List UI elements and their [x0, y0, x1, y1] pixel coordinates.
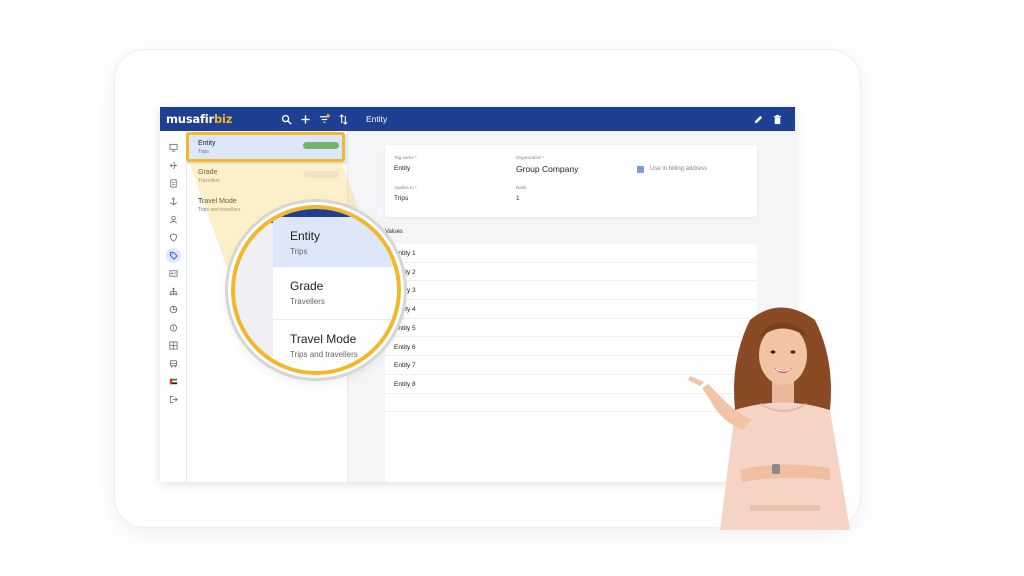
magnified-item-title: Grade: [290, 279, 324, 293]
magnifier: Entity Trips Grade Travellers Travel Mod…: [231, 205, 401, 375]
search-icon[interactable]: [278, 111, 294, 127]
shield-icon[interactable]: [166, 230, 181, 245]
status-pill: [303, 171, 339, 178]
tag-name-field[interactable]: Entity: [394, 165, 410, 172]
bus-icon[interactable]: [166, 356, 181, 371]
table-row[interactable]: Entity 1: [385, 244, 757, 263]
edit-icon[interactable]: [750, 111, 766, 127]
flag-icon[interactable]: [166, 374, 181, 389]
applies-to-field[interactable]: Trips: [394, 195, 408, 202]
magnified-item-travel-mode[interactable]: Travel Mode Trips and travellers: [273, 319, 397, 369]
add-icon[interactable]: [297, 111, 313, 127]
rank-label: Rank: [516, 185, 527, 190]
tag-name-label: Tag name *: [394, 155, 417, 160]
id-card-icon[interactable]: [166, 266, 181, 281]
applies-to-label: Applies to *: [394, 185, 417, 190]
logo-text-main: musafir: [166, 112, 214, 126]
magnified-list: Entity Trips Grade Travellers Travel Mod…: [273, 217, 397, 371]
page-title: Entity: [366, 114, 388, 124]
highlight-outline: [186, 132, 345, 162]
magnified-item-subtitle: Trips and travellers: [290, 350, 358, 359]
tag-icon[interactable]: [166, 248, 181, 263]
stage: musafirbiz Entity Entity Trips Grade Tra…: [0, 0, 1024, 576]
list-item-title: Travel Mode: [198, 198, 237, 205]
table-row[interactable]: Entity 2: [385, 263, 757, 282]
filter-icon[interactable]: [316, 111, 332, 127]
anchor-icon[interactable]: [166, 194, 181, 209]
organization-label: Organization *: [516, 155, 545, 160]
pie-chart-icon[interactable]: [166, 302, 181, 317]
list-item-subtitle: Travellers: [198, 178, 220, 184]
money-icon[interactable]: [166, 320, 181, 335]
magnified-item-grade[interactable]: Grade Travellers: [273, 267, 397, 317]
user-icon[interactable]: [166, 212, 181, 227]
grid-icon[interactable]: [166, 338, 181, 353]
delete-icon[interactable]: [769, 111, 785, 127]
flight-icon[interactable]: [166, 158, 181, 173]
billing-checkbox[interactable]: [637, 166, 644, 173]
organization-field[interactable]: Group Company: [516, 164, 578, 174]
table-row[interactable]: Entity 3: [385, 281, 757, 301]
rank-field[interactable]: 1: [516, 195, 520, 202]
top-bar: musafirbiz Entity: [160, 107, 795, 131]
magnified-item-subtitle: Travellers: [290, 297, 325, 306]
magnified-item-subtitle: Trips: [290, 247, 308, 256]
logout-icon[interactable]: [166, 392, 181, 407]
brand-logo[interactable]: musafirbiz: [166, 112, 232, 126]
tag-form-card: Tag name * Entity Organization * Group C…: [385, 145, 757, 217]
billing-checkbox-label: Use in billing address: [650, 166, 708, 172]
logo-text-accent: biz: [214, 112, 233, 126]
document-icon[interactable]: [166, 176, 181, 191]
hierarchy-icon[interactable]: [166, 284, 181, 299]
sort-icon[interactable]: [335, 111, 351, 127]
magnified-item-title: Entity: [290, 229, 321, 243]
icon-rail: [160, 131, 187, 482]
person-illustration: [688, 307, 850, 530]
monitor-icon[interactable]: [166, 140, 181, 155]
list-item-grade[interactable]: Grade Travellers: [187, 164, 348, 193]
magnified-item-title: Travel Mode: [290, 332, 357, 346]
magnified-item-entity[interactable]: Entity Trips: [273, 217, 397, 267]
